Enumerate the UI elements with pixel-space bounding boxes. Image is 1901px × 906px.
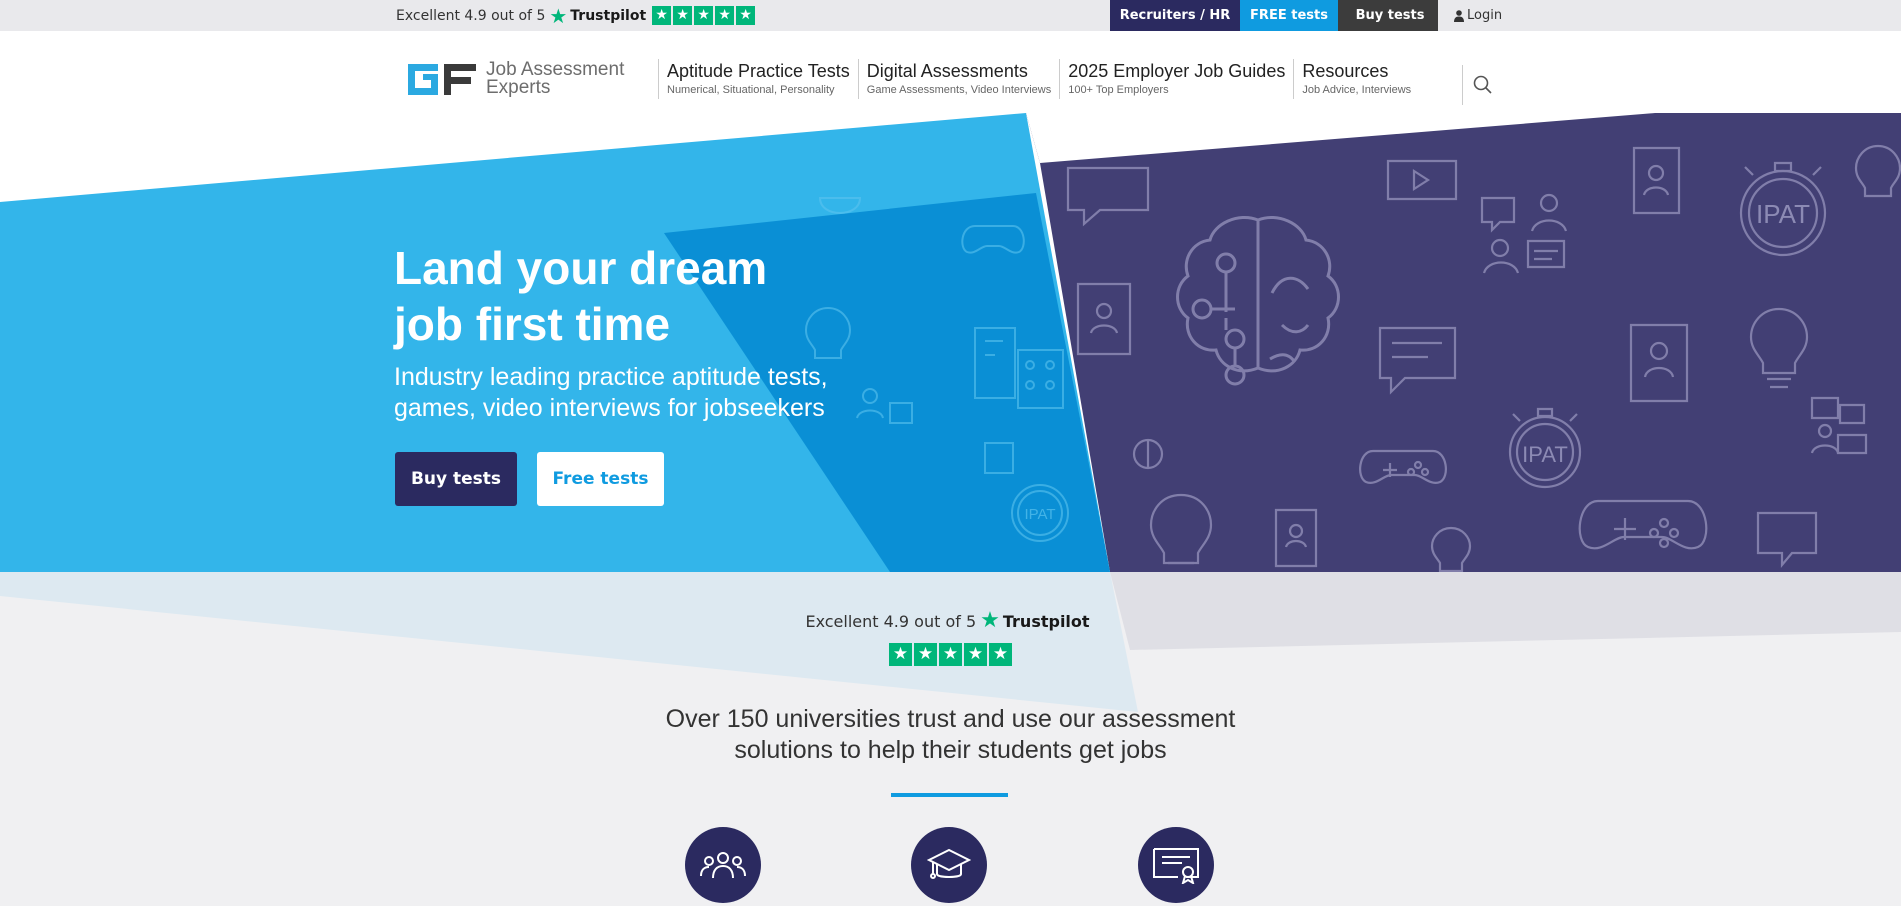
star-icon: ★ [715,6,735,25]
hero-subtitle-line-1: Industry leading practice aptitude tests… [394,363,828,391]
site-header: Job Assessment Experts Aptitude Practice… [0,31,1901,113]
logo-text: Job Assessment Experts [486,60,624,98]
trustpilot-rating-text: Excellent 4.9 out of 5 [396,7,546,24]
logo-line-2: Experts [486,77,551,98]
star-icon: ★ [736,6,756,25]
login-link[interactable]: Login [1438,0,1518,31]
trustpilot-brand: Trustpilot [1002,611,1090,631]
universities-headline-line-1: Over 150 universities trust and use our … [665,705,1236,733]
people-icon [700,852,746,879]
nav-subtitle: Game Assessments, Video Interviews [866,84,1052,96]
star-icon: ★ [673,6,693,25]
trust-section: Excellent 4.9 out of 5 ★ Trustpilot ★ ★ … [0,572,1901,906]
free-tests-label: FREE tests [1250,8,1328,23]
hero-subtitle: Industry leading practice aptitude tests… [394,362,934,424]
trustpilot-stars: ★ ★ ★ ★ ★ [889,643,1012,666]
nav-subtitle: Job Advice, Interviews [1302,84,1412,96]
star-icon: ★ [914,643,937,666]
top-bar: Excellent 4.9 out of 5 ★ Trustpilot ★ ★ … [0,0,1901,31]
star-icon: ★ [694,6,714,25]
hero-title: Land your dream job first time [394,240,914,352]
star-icon: ★ [939,643,962,666]
star-icon: ★ [652,6,672,25]
free-tests-link[interactable]: FREE tests [1240,0,1338,31]
nav-digital-assessments[interactable]: Digital Assessments Game Assessments, Vi… [857,59,1059,99]
graduation-cap-icon [927,848,971,879]
education-feature [911,827,987,903]
ipat-label-large: IPAT [1756,199,1810,229]
free-tests-button[interactable]: Free tests [537,452,664,506]
nav-aptitude-tests[interactable]: Aptitude Practice Tests Numerical, Situa… [658,59,858,99]
nav-subtitle: Numerical, Situational, Personality [667,84,835,96]
trustpilot-rating-text: Excellent 4.9 out of 5 [805,611,977,631]
nav-employer-guides[interactable]: 2025 Employer Job Guides 100+ Top Employ… [1059,59,1293,99]
ipat-label-small: IPAT [1522,442,1568,467]
section-divider [891,793,1008,797]
star-icon: ★ [964,643,987,666]
top-links: Recruiters / HR FREE tests Buy tests Log… [1110,0,1518,31]
nav-subtitle: 100+ Top Employers [1068,84,1169,96]
trustpilot-stars-mid-wrap: ★ ★ ★ ★ ★ [0,643,1901,666]
buy-tests-link[interactable]: Buy tests [1338,0,1438,31]
universities-headline: Over 150 universities trust and use our … [0,704,1901,766]
trustpilot-rating-top[interactable]: Excellent 4.9 out of 5 ★ Trustpilot ★ ★ … [396,0,756,31]
hero-background: IPAT IPAT IPAT [0,113,1901,572]
search-icon [1473,75,1492,94]
nav-title: 2025 Employer Job Guides [1068,61,1286,81]
nav-resources[interactable]: Resources Job Advice, Interviews [1293,59,1419,99]
star-icon: ★ [889,643,912,666]
hero-title-line-2: job first time [394,298,671,350]
nav-title: Resources [1302,61,1389,81]
certificate-feature [1138,827,1214,903]
trustpilot-brand: Trustpilot [570,7,647,24]
certificate-icon [1153,848,1199,884]
trustpilot-stars: ★ ★ ★ ★ ★ [652,6,756,25]
user-icon [1454,9,1464,22]
nav-title: Digital Assessments [866,61,1028,81]
star-icon: ★ [989,643,1012,666]
people-feature [685,827,761,903]
buy-tests-label: Buy tests [1355,8,1425,23]
universities-headline-line-2: solutions to help their students get job… [734,736,1167,764]
hero-title-line-1: Land your dream [394,242,768,294]
trustpilot-rating-mid[interactable]: Excellent 4.9 out of 5 ★ Trustpilot [0,610,1901,632]
main-nav: Aptitude Practice Tests Numerical, Situa… [658,59,1419,99]
search-button[interactable] [1462,65,1502,105]
trustpilot-star-icon: ★ [980,608,1000,633]
recruiters-link[interactable]: Recruiters / HR [1110,0,1240,31]
recruiters-label: Recruiters / HR [1119,8,1231,23]
ipat-label-blue: IPAT [1024,506,1055,523]
login-label: Login [1467,8,1503,23]
buy-tests-button[interactable]: Buy tests [395,452,517,506]
trustpilot-star-icon: ★ [549,3,568,28]
hero-subtitle-line-2: games, video interviews for jobseekers [394,394,825,422]
hero-banner: IPAT IPAT IPAT Land your dream job first… [0,113,1901,572]
nav-title: Aptitude Practice Tests [667,61,850,81]
gf-logo-icon [408,63,476,95]
site-logo[interactable]: Job Assessment Experts [406,60,624,98]
